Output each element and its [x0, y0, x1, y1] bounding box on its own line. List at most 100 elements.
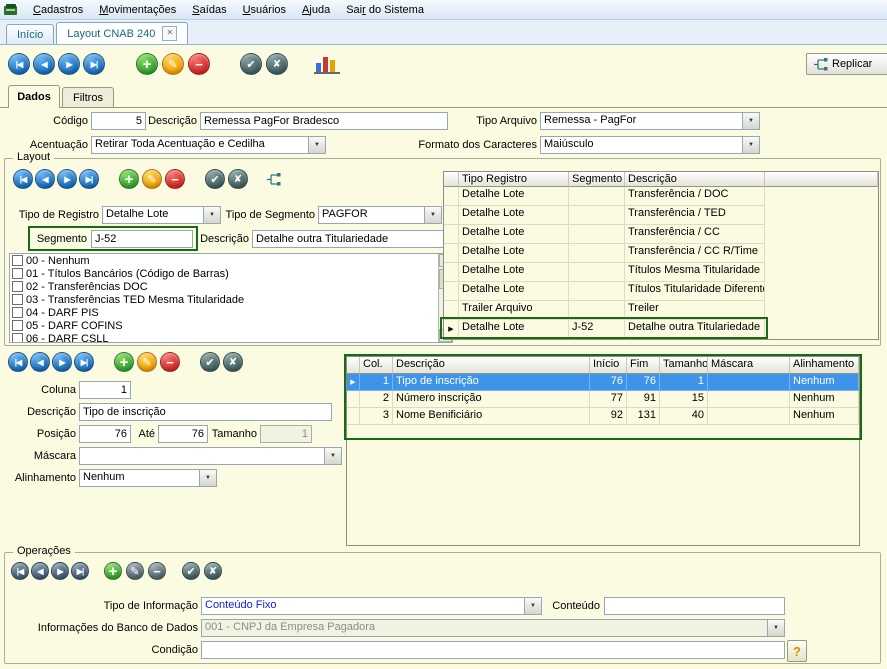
tab-close-icon[interactable]: ✕: [162, 26, 177, 41]
add-button[interactable]: +: [136, 53, 158, 75]
segmento-input[interactable]: [91, 230, 193, 248]
nav-next-button[interactable]: ▶: [58, 53, 80, 75]
column-header[interactable]: Fim: [627, 357, 660, 374]
tipo-registro-select[interactable]: Detalhe Lote ▼: [102, 206, 221, 224]
delete-button[interactable]: −: [188, 53, 210, 75]
checkbox[interactable]: [12, 281, 23, 292]
nav-next-button[interactable]: ▶: [52, 352, 72, 372]
confirm-button[interactable]: ✔: [240, 53, 262, 75]
table-row[interactable]: ▶1Tipo de inscrição76761Nenhum: [347, 374, 859, 391]
column-header[interactable]: Descrição: [393, 357, 590, 374]
column-header[interactable]: Tamanho: [660, 357, 708, 374]
checkbox[interactable]: [12, 307, 23, 318]
edit-button[interactable]: ✎: [137, 352, 157, 372]
window-tab[interactable]: Início: [6, 24, 54, 44]
table-row[interactable]: Detalhe LoteTítulos Mesma Titularidade: [444, 263, 765, 282]
layout-grid[interactable]: Tipo RegistroSegmentoDescrição Detalhe L…: [443, 171, 879, 340]
checkbox-list-item[interactable]: 03 - Transferências TED Mesma Titularida…: [10, 293, 438, 306]
menu-item[interactable]: Usuários: [235, 2, 294, 18]
table-row[interactable]: ▶Detalhe LoteJ-52Detalhe outra Titularie…: [444, 320, 765, 339]
confirm-button[interactable]: ✔: [182, 562, 200, 580]
replicar-button[interactable]: Replicar: [806, 53, 887, 75]
coluna-input[interactable]: [79, 381, 131, 399]
nav-next-button[interactable]: ▶: [51, 562, 69, 580]
cancel-button[interactable]: ✘: [266, 53, 288, 75]
edit-button[interactable]: ✎: [142, 169, 162, 189]
table-row[interactable]: Detalhe LoteTransferência / CC R/Time: [444, 244, 765, 263]
column-header[interactable]: Início: [590, 357, 627, 374]
edit-button[interactable]: ✎: [162, 53, 184, 75]
checkbox-list-item[interactable]: 02 - Transferências DOC: [10, 280, 438, 293]
checkbox-list-item[interactable]: 06 - DARF CSLL: [10, 332, 438, 342]
nav-last-button[interactable]: ▶|: [83, 53, 105, 75]
checkbox-list-item[interactable]: 04 - DARF PIS: [10, 306, 438, 319]
cancel-button[interactable]: ✘: [228, 169, 248, 189]
ate-input[interactable]: [158, 425, 208, 443]
nav-first-button[interactable]: |◀: [8, 53, 30, 75]
nav-first-button[interactable]: |◀: [11, 562, 29, 580]
nav-last-button[interactable]: ▶|: [79, 169, 99, 189]
menu-item[interactable]: Sair do Sistema: [338, 2, 432, 18]
delete-button[interactable]: −: [148, 562, 166, 580]
codigo-input[interactable]: [91, 112, 146, 130]
nav-next-button[interactable]: ▶: [57, 169, 77, 189]
nav-last-button[interactable]: ▶|: [74, 352, 94, 372]
column-header[interactable]: Descrição: [625, 172, 765, 187]
add-button[interactable]: +: [119, 169, 139, 189]
tipo-segmento-select[interactable]: PAGFOR ▼: [318, 206, 442, 224]
checkbox[interactable]: [12, 333, 23, 342]
checkbox[interactable]: [12, 294, 23, 305]
tab-filtros[interactable]: Filtros: [62, 87, 114, 107]
descricao-input[interactable]: [200, 112, 448, 130]
checkbox-list-item[interactable]: 00 - Nenhum: [10, 254, 438, 267]
nav-last-button[interactable]: ▶|: [71, 562, 89, 580]
add-button[interactable]: +: [104, 562, 122, 580]
menu-item[interactable]: Ajuda: [294, 2, 338, 18]
table-row[interactable]: Detalhe LoteTítulos Titularidade Diferen…: [444, 282, 765, 301]
replicate-segment-button[interactable]: [261, 169, 285, 189]
checkbox[interactable]: [12, 255, 23, 266]
nav-prev-button[interactable]: ◀: [35, 169, 55, 189]
add-button[interactable]: +: [114, 352, 134, 372]
alinhamento-select[interactable]: Nenhum ▼: [79, 469, 217, 487]
column-header[interactable]: Segmento: [569, 172, 625, 187]
delete-button[interactable]: −: [165, 169, 185, 189]
tab-dados[interactable]: Dados: [8, 85, 60, 108]
delete-button[interactable]: −: [160, 352, 180, 372]
window-tab[interactable]: Layout CNAB 240✕: [56, 22, 188, 44]
table-row[interactable]: Trailer ArquivoTreiler: [444, 301, 765, 320]
fields-grid[interactable]: Col.DescriçãoInícioFimTamanhoMáscaraAlin…: [346, 356, 860, 546]
menu-item[interactable]: Movimentações: [91, 2, 184, 18]
conteudo-input[interactable]: [604, 597, 785, 615]
nav-prev-button[interactable]: ◀: [30, 352, 50, 372]
segmento-descricao-input[interactable]: [252, 230, 452, 248]
mascara-select[interactable]: ▼: [79, 447, 342, 465]
help-button[interactable]: ?: [787, 640, 807, 662]
table-row[interactable]: 2Número inscrição779115Nenhum: [347, 391, 859, 408]
cancel-button[interactable]: ✘: [204, 562, 222, 580]
acentuacao-select[interactable]: Retirar Toda Acentuação e Cedilha ▼: [91, 136, 326, 154]
chart-button[interactable]: [314, 54, 340, 74]
cancel-button[interactable]: ✘: [223, 352, 243, 372]
formato-caracteres-select[interactable]: Maiúsculo ▼: [540, 136, 760, 154]
table-row[interactable]: Detalhe LoteTransferência / TED: [444, 206, 765, 225]
nav-prev-button[interactable]: ◀: [33, 53, 55, 75]
posicao-input[interactable]: [79, 425, 131, 443]
column-header[interactable]: Alinhamento: [790, 357, 859, 374]
nav-first-button[interactable]: |◀: [13, 169, 33, 189]
segment-options-listbox[interactable]: 00 - Nenhum01 - Títulos Bancários (Códig…: [9, 253, 453, 343]
menu-item[interactable]: Saídas: [184, 2, 234, 18]
table-row[interactable]: Detalhe LoteTransferência / DOC: [444, 187, 765, 206]
tipo-arquivo-select[interactable]: Remessa - PagFor ▼: [540, 112, 760, 130]
confirm-button[interactable]: ✔: [205, 169, 225, 189]
condicao-input[interactable]: [201, 641, 785, 659]
tipo-informacao-select[interactable]: Conteúdo Fixo ▼: [201, 597, 542, 615]
table-row[interactable]: 3Nome Benificiário9213140Nenhum: [347, 408, 859, 425]
confirm-button[interactable]: ✔: [200, 352, 220, 372]
checkbox[interactable]: [12, 268, 23, 279]
checkbox-list-item[interactable]: 05 - DARF COFINS: [10, 319, 438, 332]
campo-descricao-input[interactable]: [79, 403, 332, 421]
checkbox-list-item[interactable]: 01 - Títulos Bancários (Código de Barras…: [10, 267, 438, 280]
column-header[interactable]: Máscara: [708, 357, 790, 374]
nav-prev-button[interactable]: ◀: [31, 562, 49, 580]
